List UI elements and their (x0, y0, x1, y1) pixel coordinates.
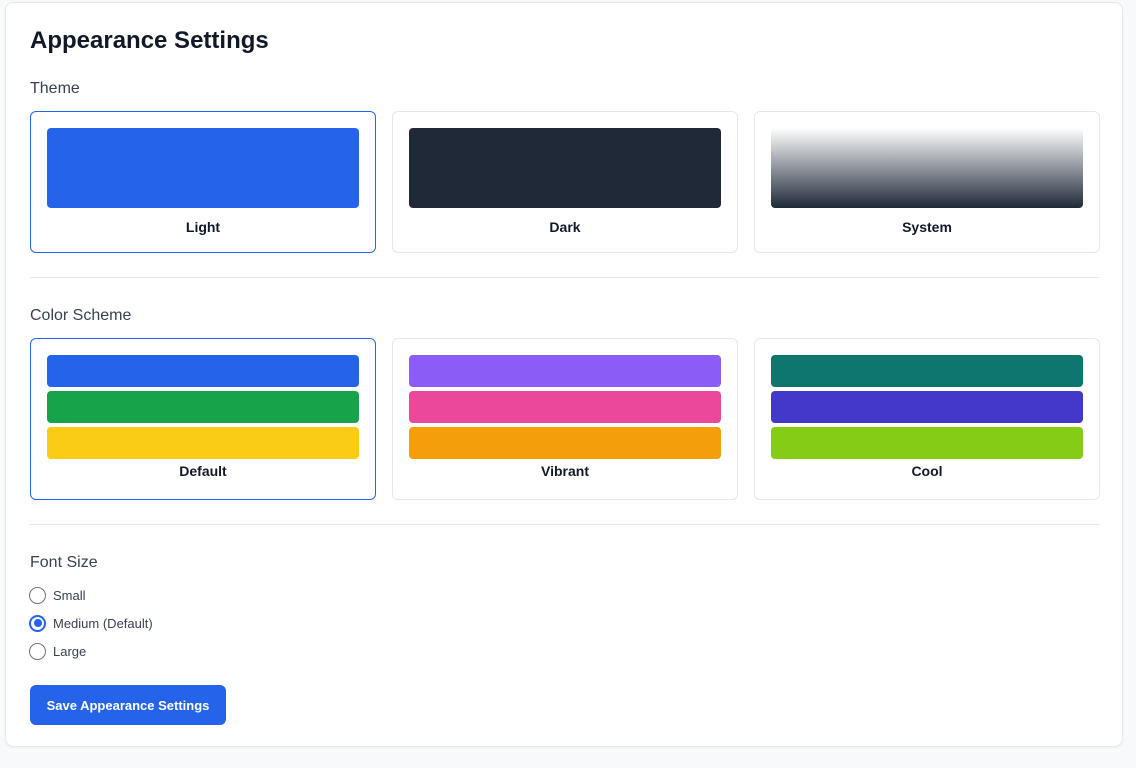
font-size-option-large[interactable]: Large (29, 641, 153, 661)
color-swatch (47, 355, 359, 387)
theme-preview-dark (409, 128, 721, 208)
radio-label: Medium (Default) (53, 615, 153, 631)
color-scheme-option-cool[interactable]: Cool (754, 338, 1100, 500)
color-scheme-option-label: Default (179, 463, 227, 479)
appearance-settings-card: Appearance Settings Theme Light Dark Sys… (5, 2, 1123, 747)
theme-option-dark[interactable]: Dark (392, 111, 738, 253)
color-swatch (409, 391, 721, 423)
page-title: Appearance Settings (30, 27, 269, 54)
color-swatch (771, 427, 1083, 459)
color-scheme-option-label: Cool (911, 463, 943, 479)
color-swatch (409, 355, 721, 387)
color-scheme-section-title: Color Scheme (30, 307, 132, 324)
save-appearance-button[interactable]: Save Appearance Settings (30, 685, 226, 725)
color-scheme-options: Default Vibrant Cool (30, 338, 1100, 500)
color-swatch (409, 427, 721, 459)
color-swatch (771, 355, 1083, 387)
section-divider (30, 277, 1100, 278)
radio-label: Small (53, 587, 86, 603)
theme-option-system[interactable]: System (754, 111, 1100, 253)
color-scheme-option-default[interactable]: Default (30, 338, 376, 500)
color-swatch (47, 427, 359, 459)
font-size-section-title: Font Size (30, 554, 98, 571)
theme-section-title: Theme (30, 80, 80, 97)
theme-preview-system (771, 128, 1083, 208)
color-swatch (771, 391, 1083, 423)
theme-preview-light (47, 128, 359, 208)
radio-label: Large (53, 643, 87, 659)
color-scheme-option-vibrant[interactable]: Vibrant (392, 338, 738, 500)
radio-button[interactable] (29, 614, 46, 632)
color-swatch (47, 391, 359, 423)
font-size-option-medium[interactable]: Medium (Default) (29, 613, 153, 633)
theme-option-label: Dark (549, 219, 581, 235)
theme-options: Light Dark System (30, 111, 1100, 253)
theme-option-light[interactable]: Light (30, 111, 376, 253)
section-divider (30, 524, 1100, 525)
radio-button[interactable] (29, 642, 46, 660)
theme-option-label: Light (185, 219, 221, 235)
font-size-option-small[interactable]: Small (29, 585, 153, 605)
theme-option-label: System (902, 219, 952, 235)
color-scheme-option-label: Vibrant (541, 463, 589, 479)
radio-button[interactable] (29, 586, 46, 604)
font-size-radio-group: Small Medium (Default) Large (29, 585, 153, 669)
